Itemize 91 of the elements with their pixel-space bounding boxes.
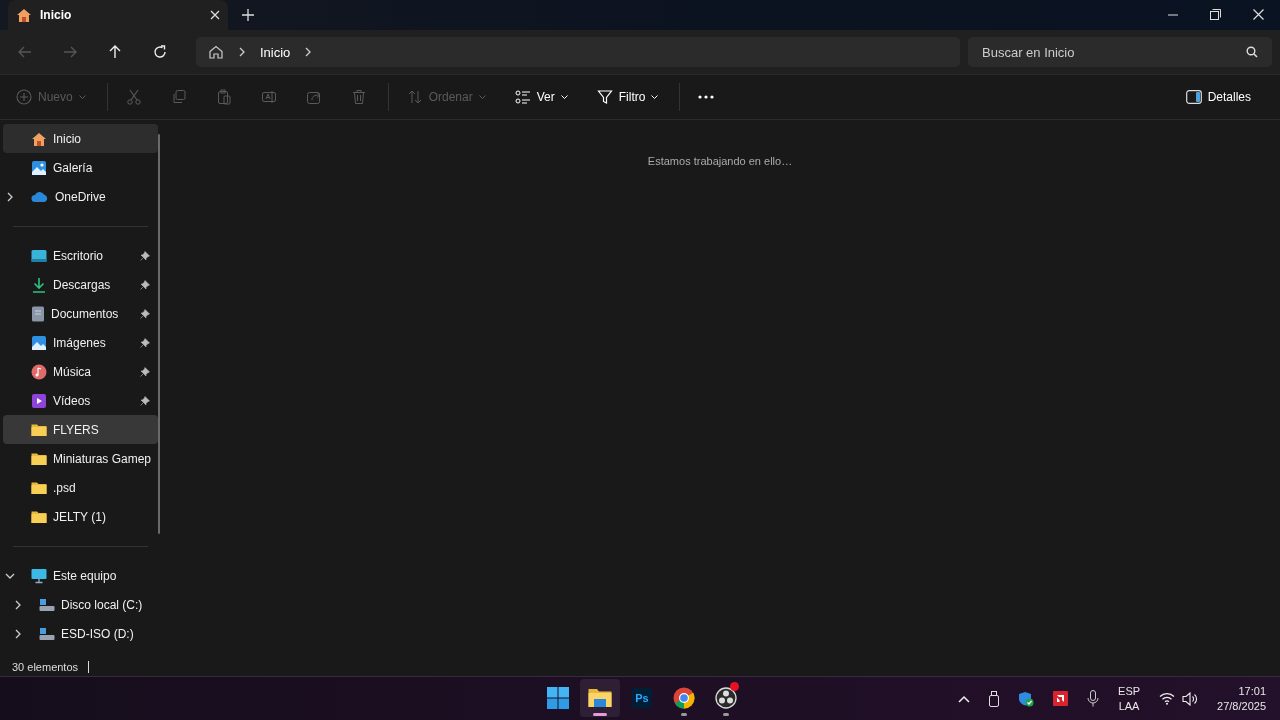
record-logo-icon xyxy=(715,687,737,709)
sidebar-item[interactable]: Descargas xyxy=(3,270,158,299)
folder-icon xyxy=(588,688,612,708)
drive-icon xyxy=(39,597,55,612)
panel-icon xyxy=(1185,90,1202,104)
sidebar-item[interactable]: Escritorio xyxy=(3,241,158,270)
copy-icon xyxy=(170,89,187,105)
pin-icon[interactable] xyxy=(140,337,150,348)
funnel-icon xyxy=(596,89,613,105)
sidebar-item[interactable]: Documentos xyxy=(3,299,158,328)
clipboard-icon xyxy=(215,89,232,105)
chevron-right-icon[interactable] xyxy=(304,47,313,57)
chevron-right-icon[interactable] xyxy=(238,47,246,57)
sidebar-item[interactable]: Disco local (C:) xyxy=(3,590,158,619)
plus-circle-icon xyxy=(16,89,32,105)
cloud-icon xyxy=(31,190,49,203)
plus-icon[interactable] xyxy=(242,9,254,21)
taskbar-app[interactable] xyxy=(580,679,620,717)
picture-icon xyxy=(31,334,47,351)
sidebar-item[interactable]: Inicio xyxy=(3,124,158,153)
sort-arrows-icon xyxy=(406,89,423,105)
details-button[interactable]: Detalles xyxy=(1177,84,1259,110)
play-icon xyxy=(31,392,47,409)
microphone-icon[interactable] xyxy=(1087,690,1100,707)
chevron-right-icon[interactable] xyxy=(14,599,22,610)
pin-icon[interactable] xyxy=(140,279,150,290)
taskbar-app[interactable]: Ps xyxy=(622,679,662,717)
sidebar-item[interactable]: Imágenes xyxy=(3,328,158,357)
chevron-down-icon[interactable] xyxy=(5,571,15,580)
search-field[interactable]: Buscar en Inicio xyxy=(968,37,1272,67)
toolbar-button[interactable]: Ver xyxy=(506,83,576,111)
chevron-right-icon[interactable] xyxy=(6,191,14,202)
input-language[interactable]: ESP LAA xyxy=(1118,683,1141,714)
sidebar-item[interactable]: FLYERS xyxy=(3,415,158,444)
sidebar-item[interactable]: ESD-ISO (D:) xyxy=(3,619,158,648)
refresh-icon[interactable] xyxy=(153,45,167,59)
restore-icon[interactable] xyxy=(1210,9,1221,20)
browser-logo-icon xyxy=(673,687,695,709)
speaker-icon xyxy=(1182,691,1199,706)
scissors-icon xyxy=(125,89,142,105)
home-icon[interactable] xyxy=(208,44,224,60)
sidebar-item[interactable]: OneDrive xyxy=(3,182,158,211)
close-icon[interactable] xyxy=(1253,9,1264,20)
music-note-icon xyxy=(31,363,47,380)
desktop-icon xyxy=(31,248,47,263)
windows-icon xyxy=(547,687,569,709)
list-view-icon xyxy=(514,89,531,105)
home-icon xyxy=(31,130,47,147)
picture-icon xyxy=(31,159,47,176)
pin-icon[interactable] xyxy=(140,250,150,261)
folder-icon xyxy=(31,509,47,524)
sidebar-item[interactable]: Miniaturas Gamep xyxy=(3,444,158,473)
wifi-icon xyxy=(1159,692,1176,705)
item-count: 30 elementos xyxy=(12,661,79,673)
breadcrumb[interactable]: Inicio xyxy=(260,44,291,60)
trash-icon xyxy=(350,89,367,105)
pin-icon[interactable] xyxy=(140,395,150,406)
sidebar-item[interactable]: Galería xyxy=(3,153,158,182)
folder-icon xyxy=(31,422,47,437)
monitor-icon xyxy=(31,567,47,584)
drive-icon xyxy=(39,626,55,641)
pin-icon[interactable] xyxy=(140,308,150,319)
network-volume-button[interactable] xyxy=(1159,691,1199,706)
address-bar[interactable]: Inicio xyxy=(196,37,960,67)
sidebar-item[interactable]: .psd xyxy=(3,473,158,502)
document-icon xyxy=(31,305,45,322)
usb-drive-icon[interactable] xyxy=(989,690,1000,707)
up-arrow-icon[interactable] xyxy=(108,45,122,59)
app-logo-icon[interactable] xyxy=(1053,691,1069,706)
folder-icon xyxy=(31,480,47,495)
close-icon[interactable] xyxy=(210,10,220,20)
sidebar-item[interactable]: Música xyxy=(3,357,158,386)
app-logo: Ps xyxy=(632,688,652,708)
download-arrow-icon xyxy=(31,276,47,293)
rename-icon xyxy=(260,89,277,105)
chevron-right-icon[interactable] xyxy=(14,628,22,639)
chevron-up-icon[interactable] xyxy=(958,694,971,703)
share-icon xyxy=(305,89,322,105)
search-icon xyxy=(1246,46,1258,58)
loading-message: Estamos trabajando en ello… xyxy=(647,155,793,169)
home-icon xyxy=(16,7,32,23)
clock[interactable]: 17:01 27/8/2025 xyxy=(1217,683,1266,714)
shield-check-icon[interactable] xyxy=(1018,690,1035,707)
tab[interactable]: Inicio xyxy=(8,0,228,30)
sidebar-item[interactable]: Vídeos xyxy=(3,386,158,415)
pin-icon[interactable] xyxy=(140,366,150,377)
folder-icon xyxy=(31,451,47,466)
sidebar-item[interactable]: Este equipo xyxy=(3,561,158,590)
more-dots-icon xyxy=(698,95,715,99)
sidebar-item[interactable]: JELTY (1) xyxy=(3,502,158,531)
toolbar-button[interactable]: Filtro xyxy=(588,83,667,111)
